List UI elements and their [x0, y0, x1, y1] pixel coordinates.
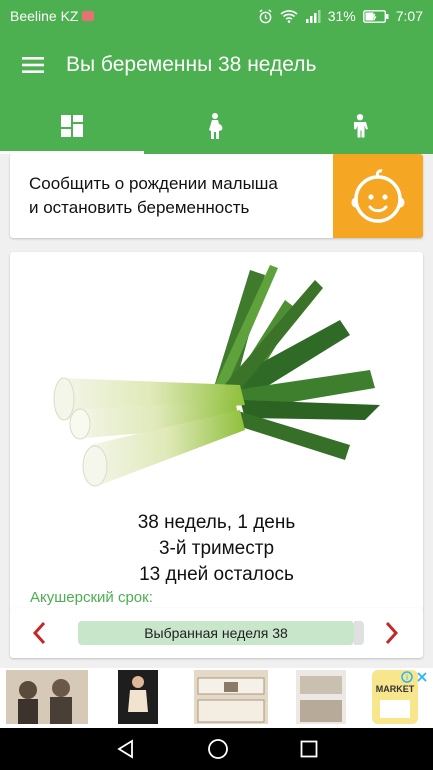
tab-child[interactable] — [288, 98, 432, 154]
carrier: Beeline KZ — [10, 8, 95, 24]
chevron-right-icon — [385, 621, 399, 645]
hamburger-menu-icon — [22, 57, 44, 73]
system-nav-bar — [0, 728, 433, 770]
week-selector: Выбранная неделя 38 — [10, 608, 423, 658]
wifi-icon — [280, 10, 298, 23]
ad-image-2[interactable] — [118, 670, 158, 724]
selected-week-label[interactable]: Выбранная неделя 38 — [78, 621, 354, 645]
alarm-icon — [259, 8, 272, 23]
sim-icon — [82, 11, 95, 21]
pregnant-woman-icon — [209, 113, 223, 139]
clock: 7:07 — [395, 8, 423, 24]
status-bar: Beeline KZ 31% 7:07 — [0, 0, 433, 32]
week-info: 38 недель, 1 день 3-й триместр 13 дней о… — [10, 512, 423, 590]
svg-text:i: i — [406, 673, 408, 682]
birth-report-card[interactable]: Сообщить о рождении малыша и остановить … — [10, 154, 423, 238]
tab-pregnancy[interactable] — [144, 98, 288, 154]
adchoices-icon[interactable]: i — [401, 671, 429, 690]
menu-button[interactable] — [0, 32, 66, 98]
selected-week-scroll — [354, 621, 364, 645]
ad-image-1[interactable] — [6, 670, 88, 724]
battery-icon — [362, 9, 389, 23]
chevron-left-icon — [32, 621, 46, 645]
tab-dashboard[interactable] — [0, 98, 144, 154]
obstetric-term-label: Акушерский срок: — [30, 589, 153, 606]
term-value-line: 38 недель, 1 день — [137, 512, 296, 533]
page-title: Вы беременны 38 недель — [66, 53, 317, 76]
birth-report-line2: и остановить беременность — [29, 198, 250, 217]
ad-image-3[interactable] — [194, 670, 268, 724]
signal-icon — [305, 10, 321, 23]
days-left-value: 13 дней осталось — [139, 564, 294, 585]
next-week-button[interactable] — [367, 608, 417, 658]
birth-report-text: Сообщить о рождении малыша и остановить … — [10, 154, 333, 238]
app-bar: Вы беременны 38 недель — [0, 32, 433, 98]
back-icon[interactable] — [116, 739, 136, 759]
home-icon[interactable] — [207, 738, 229, 760]
trimester-value: 3-й триместр — [158, 538, 275, 559]
content-area: Сообщить о рождении малыша и остановить … — [0, 154, 433, 668]
ad-banner[interactable]: MARKET i — [0, 668, 433, 728]
dashboard-icon — [61, 115, 83, 137]
carrier-name: Beeline KZ — [10, 8, 79, 24]
baby-face-icon — [351, 169, 405, 223]
battery-percent: 31% — [327, 8, 356, 24]
birth-report-line1: Сообщить о рождении малыша — [29, 174, 278, 193]
baby-face-tile — [333, 154, 423, 238]
recents-icon[interactable] — [300, 740, 318, 758]
child-icon — [354, 114, 368, 138]
tab-bar — [0, 98, 433, 154]
prev-week-button[interactable] — [14, 608, 64, 658]
leek-illustration — [53, 265, 380, 487]
ad-image-4[interactable] — [296, 670, 346, 724]
